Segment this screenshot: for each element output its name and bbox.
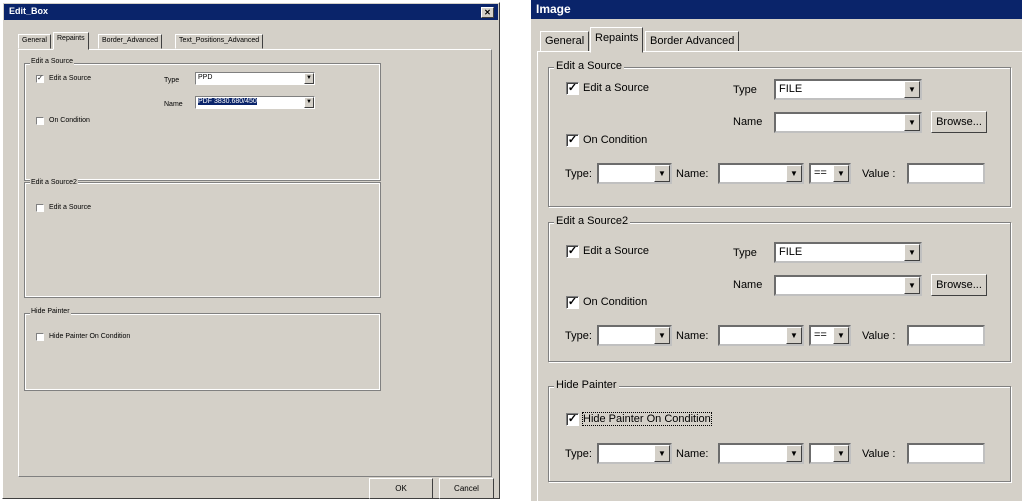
hide-painter-checkbox[interactable]: ✓ <box>566 413 579 426</box>
title-bar[interactable]: Image <box>531 0 1022 19</box>
on-condition-label: On Condition <box>583 296 648 308</box>
type-label: Type <box>733 247 757 259</box>
edit-source-checkbox[interactable]: ✓ <box>36 75 44 83</box>
edit-source2-group <box>24 182 381 298</box>
on-condition-checkbox[interactable] <box>36 117 44 125</box>
edit-source2-checkbox[interactable] <box>36 204 44 212</box>
type-value: FILE <box>779 83 803 95</box>
value-label: Value : <box>862 448 896 460</box>
edit-source-label: Edit a Source <box>583 82 650 94</box>
value-input[interactable] <box>907 443 985 464</box>
cond-name-label: Name: <box>676 448 709 460</box>
name-value: PDF 3830.680/450 <box>198 98 257 105</box>
chevron-down-icon[interactable]: ▼ <box>304 97 314 108</box>
name-select[interactable]: PDF 3830.680/450 ▼ <box>195 96 315 109</box>
name-label: Name <box>733 279 763 291</box>
type-label: Type <box>733 84 757 96</box>
group-label: Edit a Source2 <box>30 179 78 186</box>
value-label: Value : <box>862 330 896 342</box>
cond-name-label: Name: <box>676 330 709 342</box>
on-condition-label: On Condition <box>49 117 90 124</box>
on-condition-checkbox[interactable]: ✓ <box>566 296 579 309</box>
ok-button[interactable]: OK <box>369 478 433 499</box>
edit-box-dialog: Edit_Box ✕ General Repaints Border_Advan… <box>2 2 500 499</box>
tab-repaints[interactable]: Repaints <box>53 32 89 50</box>
chevron-down-icon[interactable]: ▼ <box>786 445 802 462</box>
type-value: PPD <box>198 74 213 81</box>
operator-select[interactable]: ▼ <box>809 443 851 464</box>
chevron-down-icon[interactable]: ▼ <box>904 244 920 261</box>
hide-painter-checkbox[interactable] <box>36 333 44 341</box>
chevron-down-icon[interactable]: ▼ <box>904 81 920 98</box>
group-label: Edit a Source2 <box>554 215 631 227</box>
dialog-title: Image <box>536 2 571 16</box>
group-label: Edit a Source <box>30 58 75 65</box>
cond-type-label: Type: <box>565 448 592 460</box>
cond-type-select[interactable]: ▼ <box>597 163 672 184</box>
chevron-down-icon[interactable]: ▼ <box>904 114 920 131</box>
tab-border-advanced[interactable]: Border Advanced <box>645 31 740 52</box>
cond-name-select[interactable]: ▼ <box>718 325 804 346</box>
hide-painter-group <box>24 313 381 391</box>
cond-type-select[interactable]: ▼ <box>597 325 672 346</box>
chevron-down-icon[interactable]: ▼ <box>786 327 802 344</box>
edit-source2-label: Edit a Source <box>583 245 650 257</box>
dialog-title: Edit_Box <box>9 6 49 16</box>
operator-value: == <box>814 167 827 179</box>
cancel-button[interactable]: Cancel <box>439 478 494 499</box>
close-button[interactable]: ✕ <box>481 7 494 18</box>
value-input[interactable] <box>907 163 985 184</box>
chevron-down-icon[interactable]: ▼ <box>786 165 802 182</box>
browse-button[interactable]: Browse... <box>931 111 987 133</box>
operator-value: == <box>814 329 827 341</box>
value-label: Value : <box>862 168 896 180</box>
chevron-down-icon[interactable]: ▼ <box>654 445 670 462</box>
cond-type-label: Type: <box>565 168 592 180</box>
cond-name-label: Name: <box>676 168 709 180</box>
tab-general[interactable]: General <box>540 31 590 52</box>
name-select[interactable]: ▼ <box>774 112 922 133</box>
hide-painter-group <box>548 386 1011 482</box>
image-dialog: Image General Repaints Border Advanced E… <box>531 0 1022 501</box>
tab-border-advanced[interactable]: Border_Advanced <box>98 34 163 49</box>
chevron-down-icon[interactable]: ▼ <box>654 165 670 182</box>
edit-source-label: Edit a Source <box>49 75 92 82</box>
operator-select[interactable]: == ▼ <box>809 325 851 346</box>
operator-select[interactable]: == ▼ <box>809 163 851 184</box>
cond-name-select[interactable]: ▼ <box>718 443 804 464</box>
chevron-down-icon[interactable]: ▼ <box>833 165 849 182</box>
group-label: Edit a Source <box>554 60 625 72</box>
edit-source-checkbox[interactable]: ✓ <box>566 82 579 95</box>
hide-painter-label: Hide Painter On Condition <box>49 333 131 340</box>
chevron-down-icon[interactable]: ▼ <box>304 73 314 84</box>
title-bar[interactable]: Edit_Box ✕ <box>4 4 498 20</box>
on-condition-label: On Condition <box>583 134 648 146</box>
name-label: Name <box>733 116 763 128</box>
type-select[interactable]: FILE ▼ <box>774 242 922 263</box>
group-label: Hide Painter <box>30 308 71 315</box>
browse-button[interactable]: Browse... <box>931 274 987 296</box>
tab-text-positions-advanced[interactable]: Text_Positions_Advanced <box>175 34 264 49</box>
edit-source2-label: Edit a Source <box>49 204 92 211</box>
chevron-down-icon[interactable]: ▼ <box>833 445 849 462</box>
type-select[interactable]: PPD ▼ <box>195 72 315 85</box>
edit-source2-checkbox[interactable]: ✓ <box>566 245 579 258</box>
type-value: FILE <box>779 246 803 258</box>
cond-type-label: Type: <box>565 330 592 342</box>
chevron-down-icon[interactable]: ▼ <box>904 277 920 294</box>
type-select[interactable]: FILE ▼ <box>774 79 922 100</box>
on-condition-checkbox[interactable]: ✓ <box>566 134 579 147</box>
chevron-down-icon[interactable]: ▼ <box>833 327 849 344</box>
cond-type-select[interactable]: ▼ <box>597 443 672 464</box>
cond-name-select[interactable]: ▼ <box>718 163 804 184</box>
tab-general[interactable]: General <box>18 34 51 49</box>
name-select[interactable]: ▼ <box>774 275 922 296</box>
hide-painter-label: Hide Painter On Condition <box>582 412 712 426</box>
chevron-down-icon[interactable]: ▼ <box>654 327 670 344</box>
name-label: Name <box>164 101 183 108</box>
type-label: Type <box>164 77 180 84</box>
group-label: Hide Painter <box>554 379 619 391</box>
value-input[interactable] <box>907 325 985 346</box>
tab-repaints[interactable]: Repaints <box>590 27 644 53</box>
